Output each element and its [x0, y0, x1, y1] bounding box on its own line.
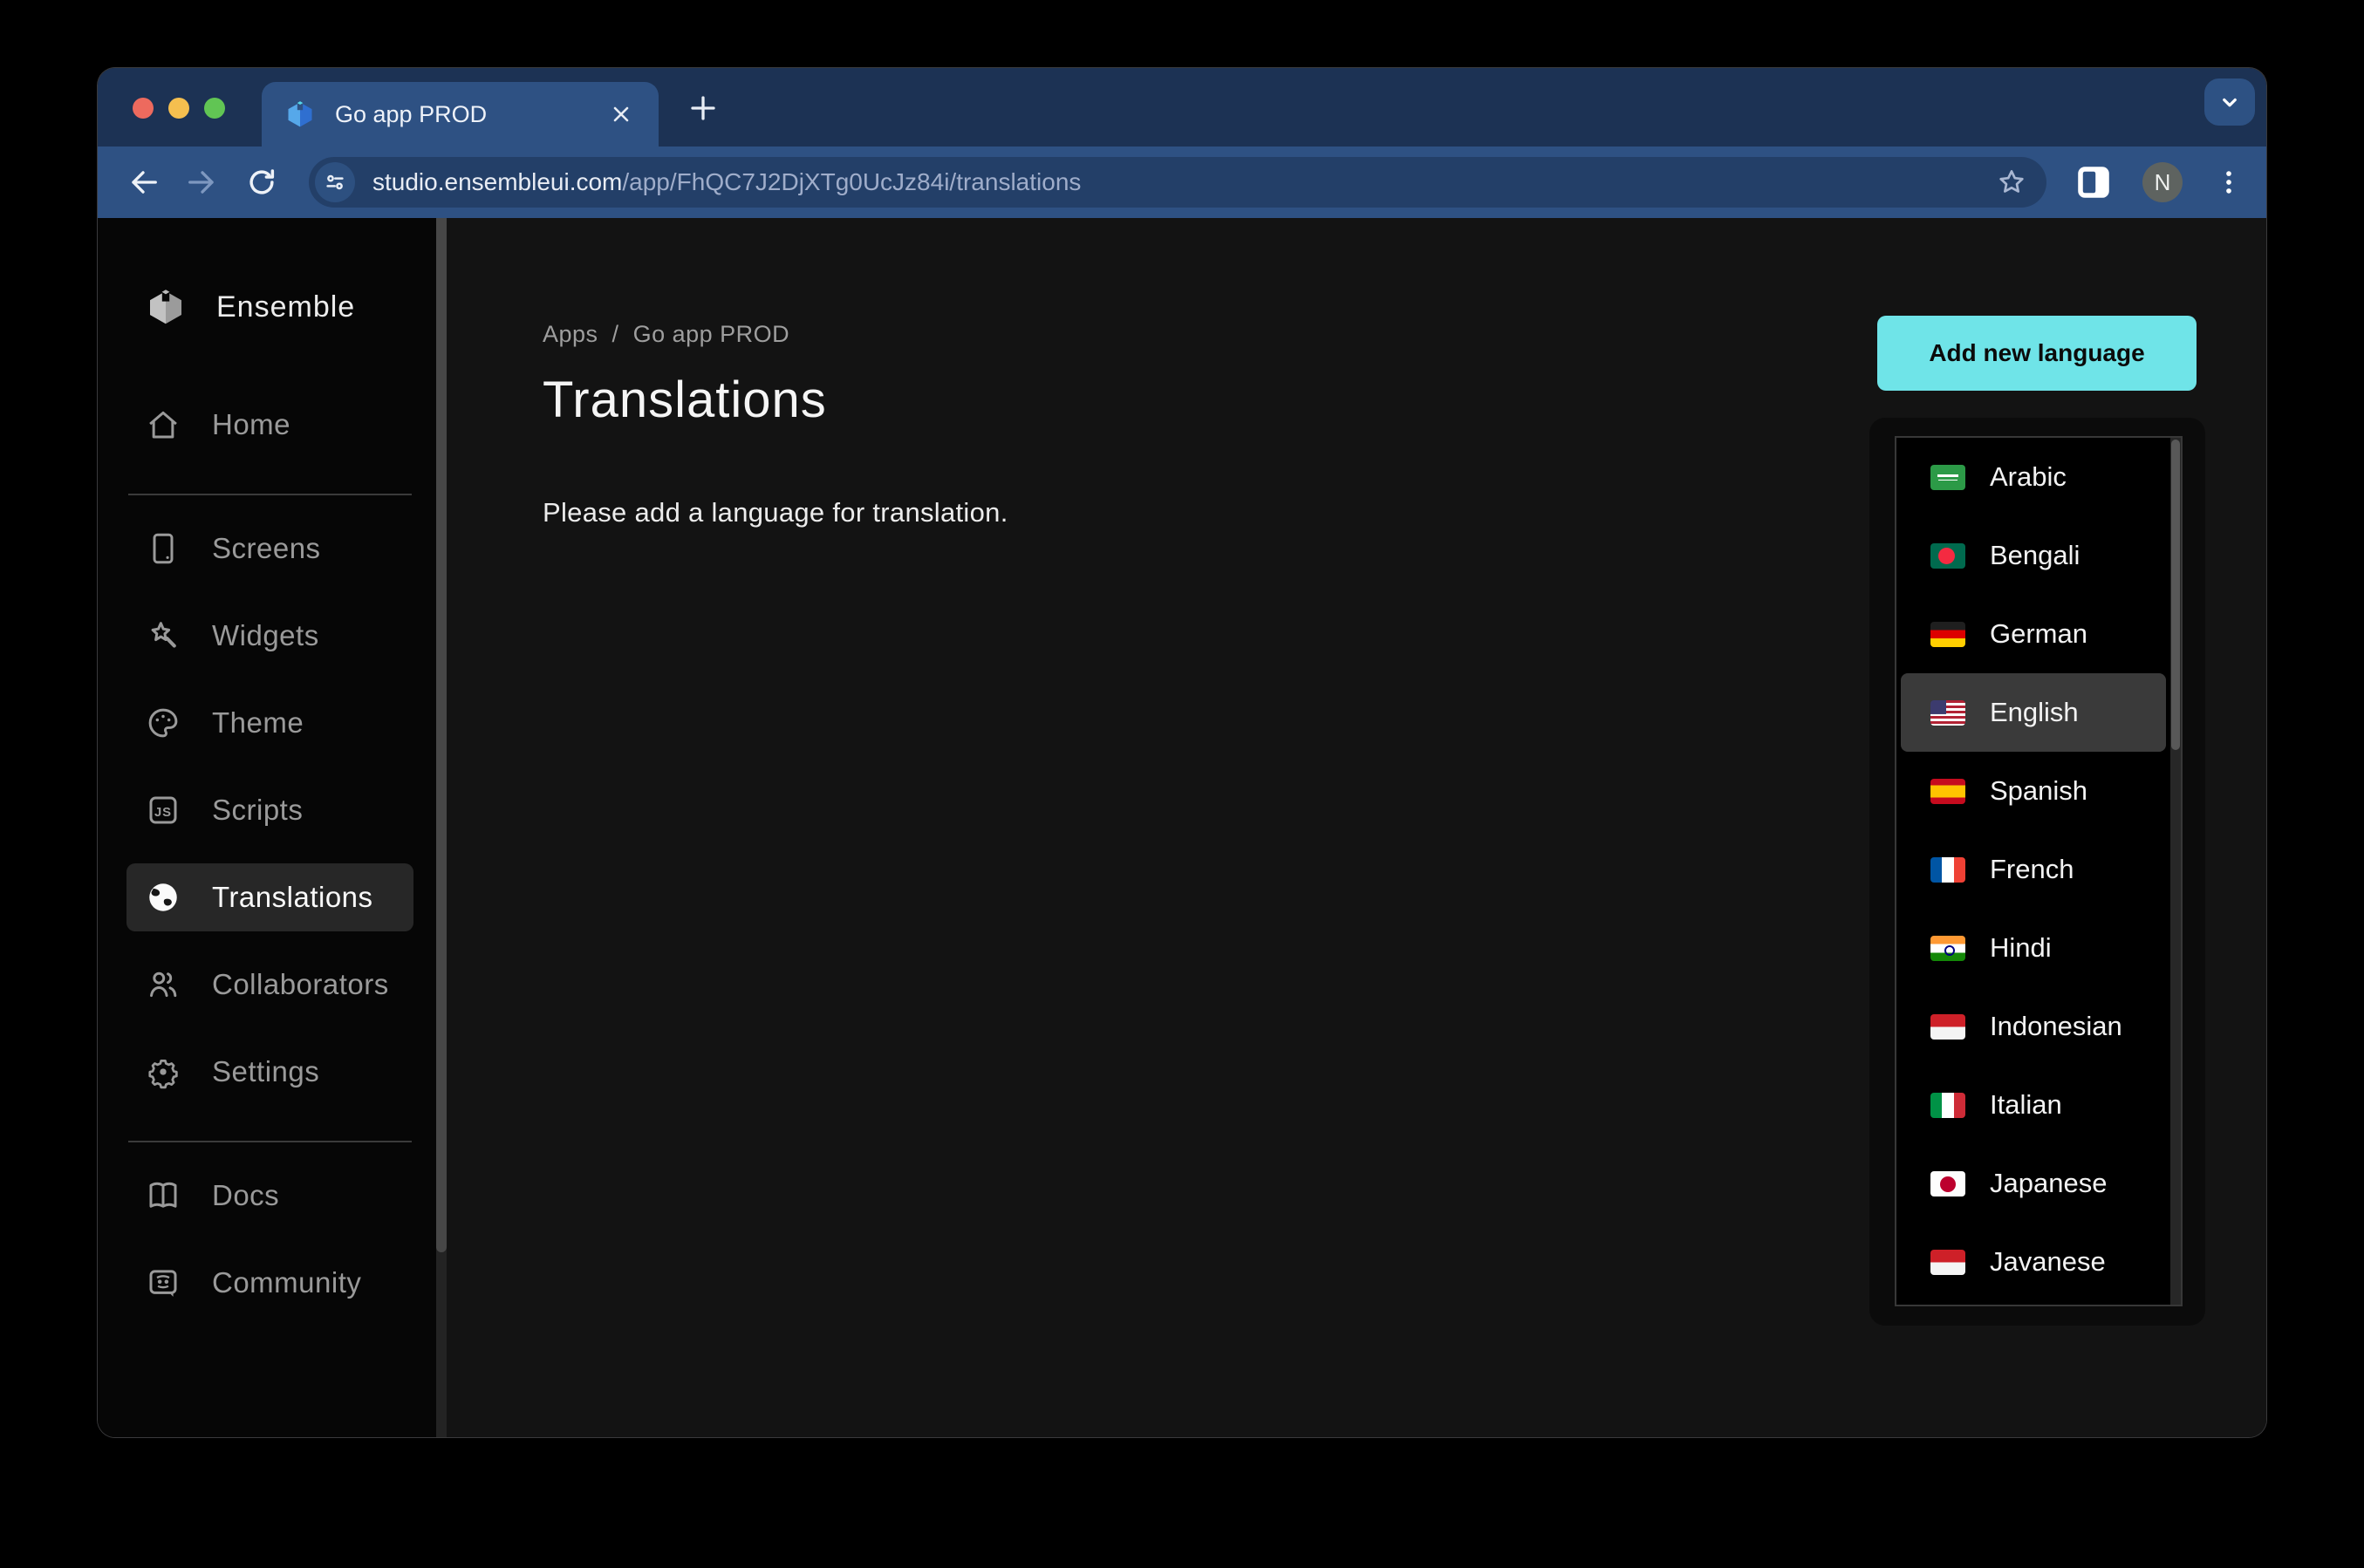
sidebar-divider	[128, 494, 412, 495]
language-item-spanish[interactable]: Spanish	[1901, 752, 2166, 830]
tab-close-icon[interactable]	[606, 99, 636, 129]
sidebar-scrollbar[interactable]	[436, 218, 447, 1437]
back-button[interactable]	[124, 163, 162, 201]
breadcrumb-current: Go app PROD	[633, 321, 790, 348]
breadcrumb-separator: /	[612, 321, 619, 348]
language-item-italian[interactable]: Italian	[1901, 1066, 2166, 1144]
flag-sa-icon	[1930, 465, 1965, 490]
flag-in-icon	[1930, 936, 1965, 961]
home-icon	[144, 406, 182, 444]
new-tab-button[interactable]	[684, 89, 722, 127]
svg-text:JS: JS	[154, 806, 172, 820]
avatar-initial: N	[2155, 169, 2171, 196]
language-list-scrollbar-thumb[interactable]	[2171, 440, 2180, 750]
language-dropdown: Arabic Bengali German English Spanish Fr…	[1869, 418, 2205, 1326]
language-item-bengali[interactable]: Bengali	[1901, 516, 2166, 595]
collaborators-icon	[144, 965, 182, 1004]
language-item-hindi[interactable]: Hindi	[1901, 909, 2166, 987]
add-new-language-button[interactable]: Add new language	[1877, 316, 2197, 391]
tab-strip: Go app PROD	[98, 68, 2266, 147]
language-item-english[interactable]: English	[1901, 673, 2166, 752]
tab-title: Go app PROD	[335, 101, 606, 128]
flag-jv-icon	[1930, 1250, 1965, 1275]
url-path: /app/FhQC7J2DjXTg0UcJz84i/translations	[622, 168, 1081, 195]
sidebar-item-collaborators[interactable]: Collaborators	[126, 951, 413, 1019]
reload-button[interactable]	[243, 163, 281, 201]
bookmark-star-icon[interactable]	[1996, 167, 2027, 198]
sidebar-item-home[interactable]: Home	[126, 391, 413, 459]
tab-search-chevron-button[interactable]	[2204, 78, 2255, 126]
minimize-window-button[interactable]	[168, 98, 189, 119]
desktop-background: Go app PROD	[0, 0, 2364, 1568]
close-window-button[interactable]	[133, 98, 154, 119]
flag-it-icon	[1930, 1093, 1965, 1118]
community-icon	[144, 1264, 182, 1302]
sidebar-item-screens[interactable]: Screens	[126, 515, 413, 583]
language-list: Arabic Bengali German English Spanish Fr…	[1895, 436, 2183, 1306]
translations-icon	[144, 878, 182, 917]
sidebar-divider	[128, 1141, 412, 1142]
profile-avatar[interactable]: N	[2142, 162, 2183, 202]
ensemble-favicon-icon	[284, 99, 316, 130]
ensemble-logo-icon	[145, 286, 187, 328]
settings-icon	[144, 1053, 182, 1091]
sidebar-item-scripts[interactable]: JS Scripts	[126, 776, 413, 844]
zoom-window-button[interactable]	[204, 98, 225, 119]
sidebar-item-widgets[interactable]: Widgets	[126, 602, 413, 670]
language-item-japanese[interactable]: Japanese	[1901, 1144, 2166, 1223]
brand-label: Ensemble	[216, 290, 355, 324]
traffic-lights	[133, 98, 225, 119]
sidebar: Ensemble Home Screens Widgets Theme JS S…	[98, 218, 436, 1437]
flag-jp-icon	[1930, 1171, 1965, 1196]
widgets-icon	[144, 617, 182, 655]
docs-icon	[144, 1176, 182, 1215]
url-domain: studio.ensembleui.com	[372, 168, 622, 195]
language-item-french[interactable]: French	[1901, 830, 2166, 909]
sidebar-item-translations[interactable]: Translations	[126, 863, 413, 931]
language-item-arabic[interactable]: Arabic	[1901, 438, 2166, 516]
theme-icon	[144, 704, 182, 742]
sidebar-item-docs[interactable]: Docs	[126, 1162, 413, 1230]
browser-menu-icon[interactable]	[2214, 163, 2240, 201]
language-item-indonesian[interactable]: Indonesian	[1901, 987, 2166, 1066]
flag-fr-icon	[1930, 857, 1965, 883]
scripts-icon: JS	[144, 791, 182, 829]
language-list-scrollbar[interactable]	[2170, 438, 2181, 1305]
main-content: Apps / Go app PROD Translations Please a…	[447, 218, 2266, 1437]
sidebar-item-community[interactable]: Community	[126, 1249, 413, 1317]
sidebar-nav: Home Screens Widgets Theme JS Scripts Tr…	[98, 391, 436, 1317]
browser-tab[interactable]: Go app PROD	[262, 82, 659, 147]
sidebar-scrollbar-thumb[interactable]	[436, 218, 447, 1252]
language-item-german[interactable]: German	[1901, 595, 2166, 673]
browser-window: Go app PROD	[98, 68, 2266, 1437]
address-bar[interactable]: studio.ensembleui.com/app/FhQC7J2DjXTg0U…	[309, 157, 2046, 208]
site-settings-icon[interactable]	[315, 162, 355, 202]
flag-id-icon	[1930, 1014, 1965, 1040]
breadcrumb-apps-link[interactable]: Apps	[543, 321, 598, 348]
language-item-javanese[interactable]: Javanese	[1901, 1223, 2166, 1301]
flag-bd-icon	[1930, 543, 1965, 569]
flag-de-icon	[1930, 622, 1965, 647]
sidebar-item-theme[interactable]: Theme	[126, 689, 413, 757]
screens-icon	[144, 529, 182, 568]
sidebar-item-settings[interactable]: Settings	[126, 1038, 413, 1106]
side-panel-icon[interactable]	[2076, 165, 2111, 200]
page-content: Ensemble Home Screens Widgets Theme JS S…	[98, 218, 2266, 1437]
browser-toolbar: studio.ensembleui.com/app/FhQC7J2DjXTg0U…	[98, 147, 2266, 218]
forward-button[interactable]	[183, 163, 222, 201]
url-text: studio.ensembleui.com/app/FhQC7J2DjXTg0U…	[372, 168, 1081, 196]
flag-us-icon	[1930, 700, 1965, 726]
flag-es-icon	[1930, 779, 1965, 804]
brand[interactable]: Ensemble	[98, 272, 436, 342]
